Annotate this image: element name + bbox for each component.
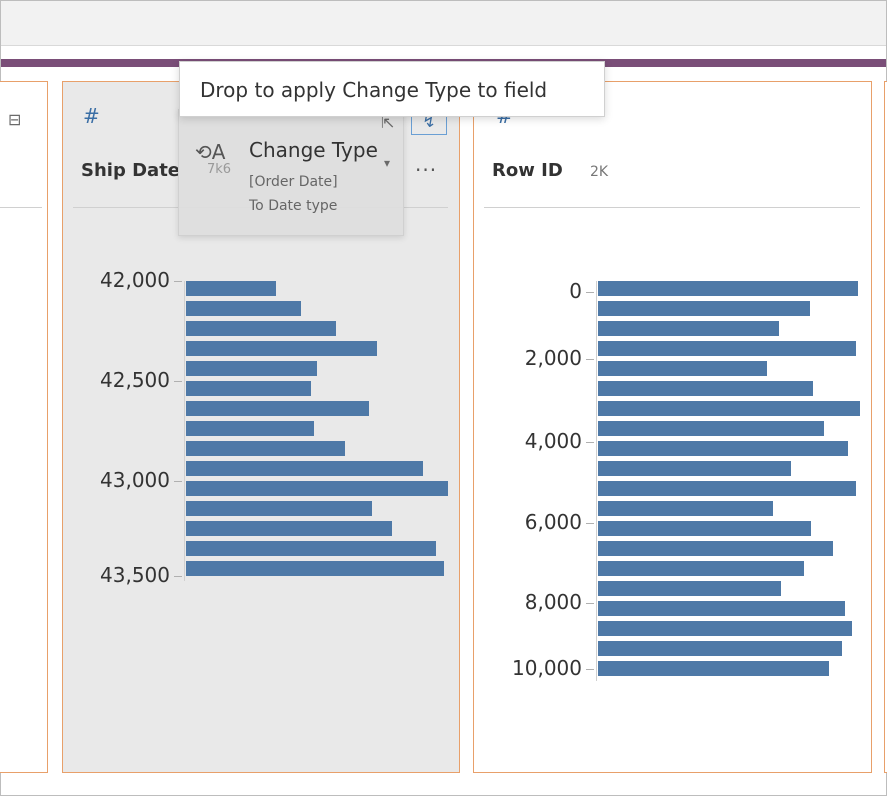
- histogram-bar[interactable]: [598, 561, 804, 576]
- number-type-icon[interactable]: #: [83, 104, 100, 128]
- chevron-down-icon: ▾: [384, 156, 391, 170]
- drag-card-target: To Date type: [249, 198, 338, 214]
- axis-tick-label: 2,000: [524, 346, 582, 370]
- histogram-bar[interactable]: [598, 601, 845, 616]
- histogram-bar[interactable]: [598, 361, 767, 376]
- drag-count-label: 7k6: [207, 162, 232, 177]
- axis-tick-label: 4,000: [524, 429, 582, 453]
- histogram-bar[interactable]: [186, 461, 423, 476]
- drop-tooltip: Drop to apply Change Type to field: [179, 61, 605, 117]
- axis-tick-label: 42,500: [100, 368, 170, 392]
- histogram-bar[interactable]: [598, 441, 848, 456]
- axis-tick-mark: [174, 576, 182, 577]
- histogram-bar[interactable]: [598, 621, 852, 636]
- axis-tick-label: 6,000: [524, 510, 582, 534]
- histogram-bar[interactable]: [598, 381, 813, 396]
- axis-tick-mark: [586, 603, 594, 604]
- card-divider: [0, 207, 42, 208]
- histogram-bar[interactable]: [598, 481, 856, 496]
- histogram-bar[interactable]: [598, 461, 791, 476]
- histogram-bar[interactable]: [598, 541, 833, 556]
- histogram-bar[interactable]: [186, 321, 336, 336]
- drag-ghost-change-type[interactable]: ⟲A 7k6 Change Type [Order Date] To Date …: [178, 109, 404, 236]
- histogram-bar[interactable]: [186, 561, 444, 576]
- histogram-bar[interactable]: [186, 541, 436, 556]
- card-divider: [484, 207, 860, 208]
- histogram-bar[interactable]: [598, 521, 811, 536]
- histogram-bar[interactable]: [186, 341, 377, 356]
- histogram-bar[interactable]: [598, 421, 824, 436]
- field-title: Ship Date: [81, 160, 180, 181]
- histogram-bar[interactable]: [598, 321, 779, 336]
- drag-card-field: [Order Date]: [249, 174, 338, 190]
- histogram-bar[interactable]: [186, 381, 311, 396]
- histogram-bar[interactable]: [598, 661, 829, 676]
- axis-line: [184, 281, 185, 581]
- more-options-icon[interactable]: ···: [415, 158, 437, 182]
- profile-card-left[interactable]: ⊟: [0, 81, 48, 773]
- profile-card-row-id[interactable]: # Row ID 2K 02,0004,0006,0008,00010,000: [473, 81, 872, 773]
- axis-tick-mark: [174, 481, 182, 482]
- change-type-icon: ⟲A: [195, 140, 226, 164]
- histogram-bar[interactable]: [186, 481, 448, 496]
- axis-tick-label: 43,000: [100, 468, 170, 492]
- histogram-bar[interactable]: [186, 421, 314, 436]
- axis-tick-mark: [586, 669, 594, 670]
- axis-tick-mark: [174, 281, 182, 282]
- axis-tick-mark: [586, 359, 594, 360]
- field-menu-icon[interactable]: ⊟: [8, 110, 21, 129]
- axis-tick-mark: [586, 292, 594, 293]
- histogram-bar[interactable]: [598, 301, 810, 316]
- histogram-bar[interactable]: [186, 281, 276, 296]
- histogram-bar[interactable]: [598, 641, 842, 656]
- toolbar: [1, 1, 886, 46]
- axis-tick-mark: [586, 442, 594, 443]
- histogram-bar[interactable]: [598, 281, 858, 296]
- app-frame: ⊟ # Ship Date ··· 42,000 42,500 43,000 43,5…: [0, 0, 887, 796]
- axis-tick-label: 10,000: [512, 656, 582, 680]
- histogram-bar[interactable]: [598, 341, 856, 356]
- axis-tick-label: 43,500: [100, 563, 170, 587]
- histogram-bar[interactable]: [598, 501, 773, 516]
- histogram-bar[interactable]: [186, 301, 301, 316]
- axis-tick-label: 42,000: [100, 268, 170, 292]
- field-count-badge: 2K: [590, 164, 609, 180]
- axis-tick-mark: [586, 523, 594, 524]
- axis-tick-label: 0: [569, 279, 582, 303]
- histogram-bar[interactable]: [186, 401, 369, 416]
- histogram-bar[interactable]: [186, 441, 345, 456]
- histogram-bar[interactable]: [186, 521, 392, 536]
- axis-tick-label: 8,000: [524, 590, 582, 614]
- histogram-bar[interactable]: [186, 361, 317, 376]
- histogram-bar[interactable]: [598, 581, 781, 596]
- axis-line: [596, 281, 597, 681]
- histogram-bar[interactable]: [598, 401, 860, 416]
- histogram-bar[interactable]: [186, 501, 372, 516]
- axis-tick-mark: [174, 381, 182, 382]
- field-title: Row ID: [492, 160, 563, 181]
- drag-card-title: Change Type: [249, 138, 378, 162]
